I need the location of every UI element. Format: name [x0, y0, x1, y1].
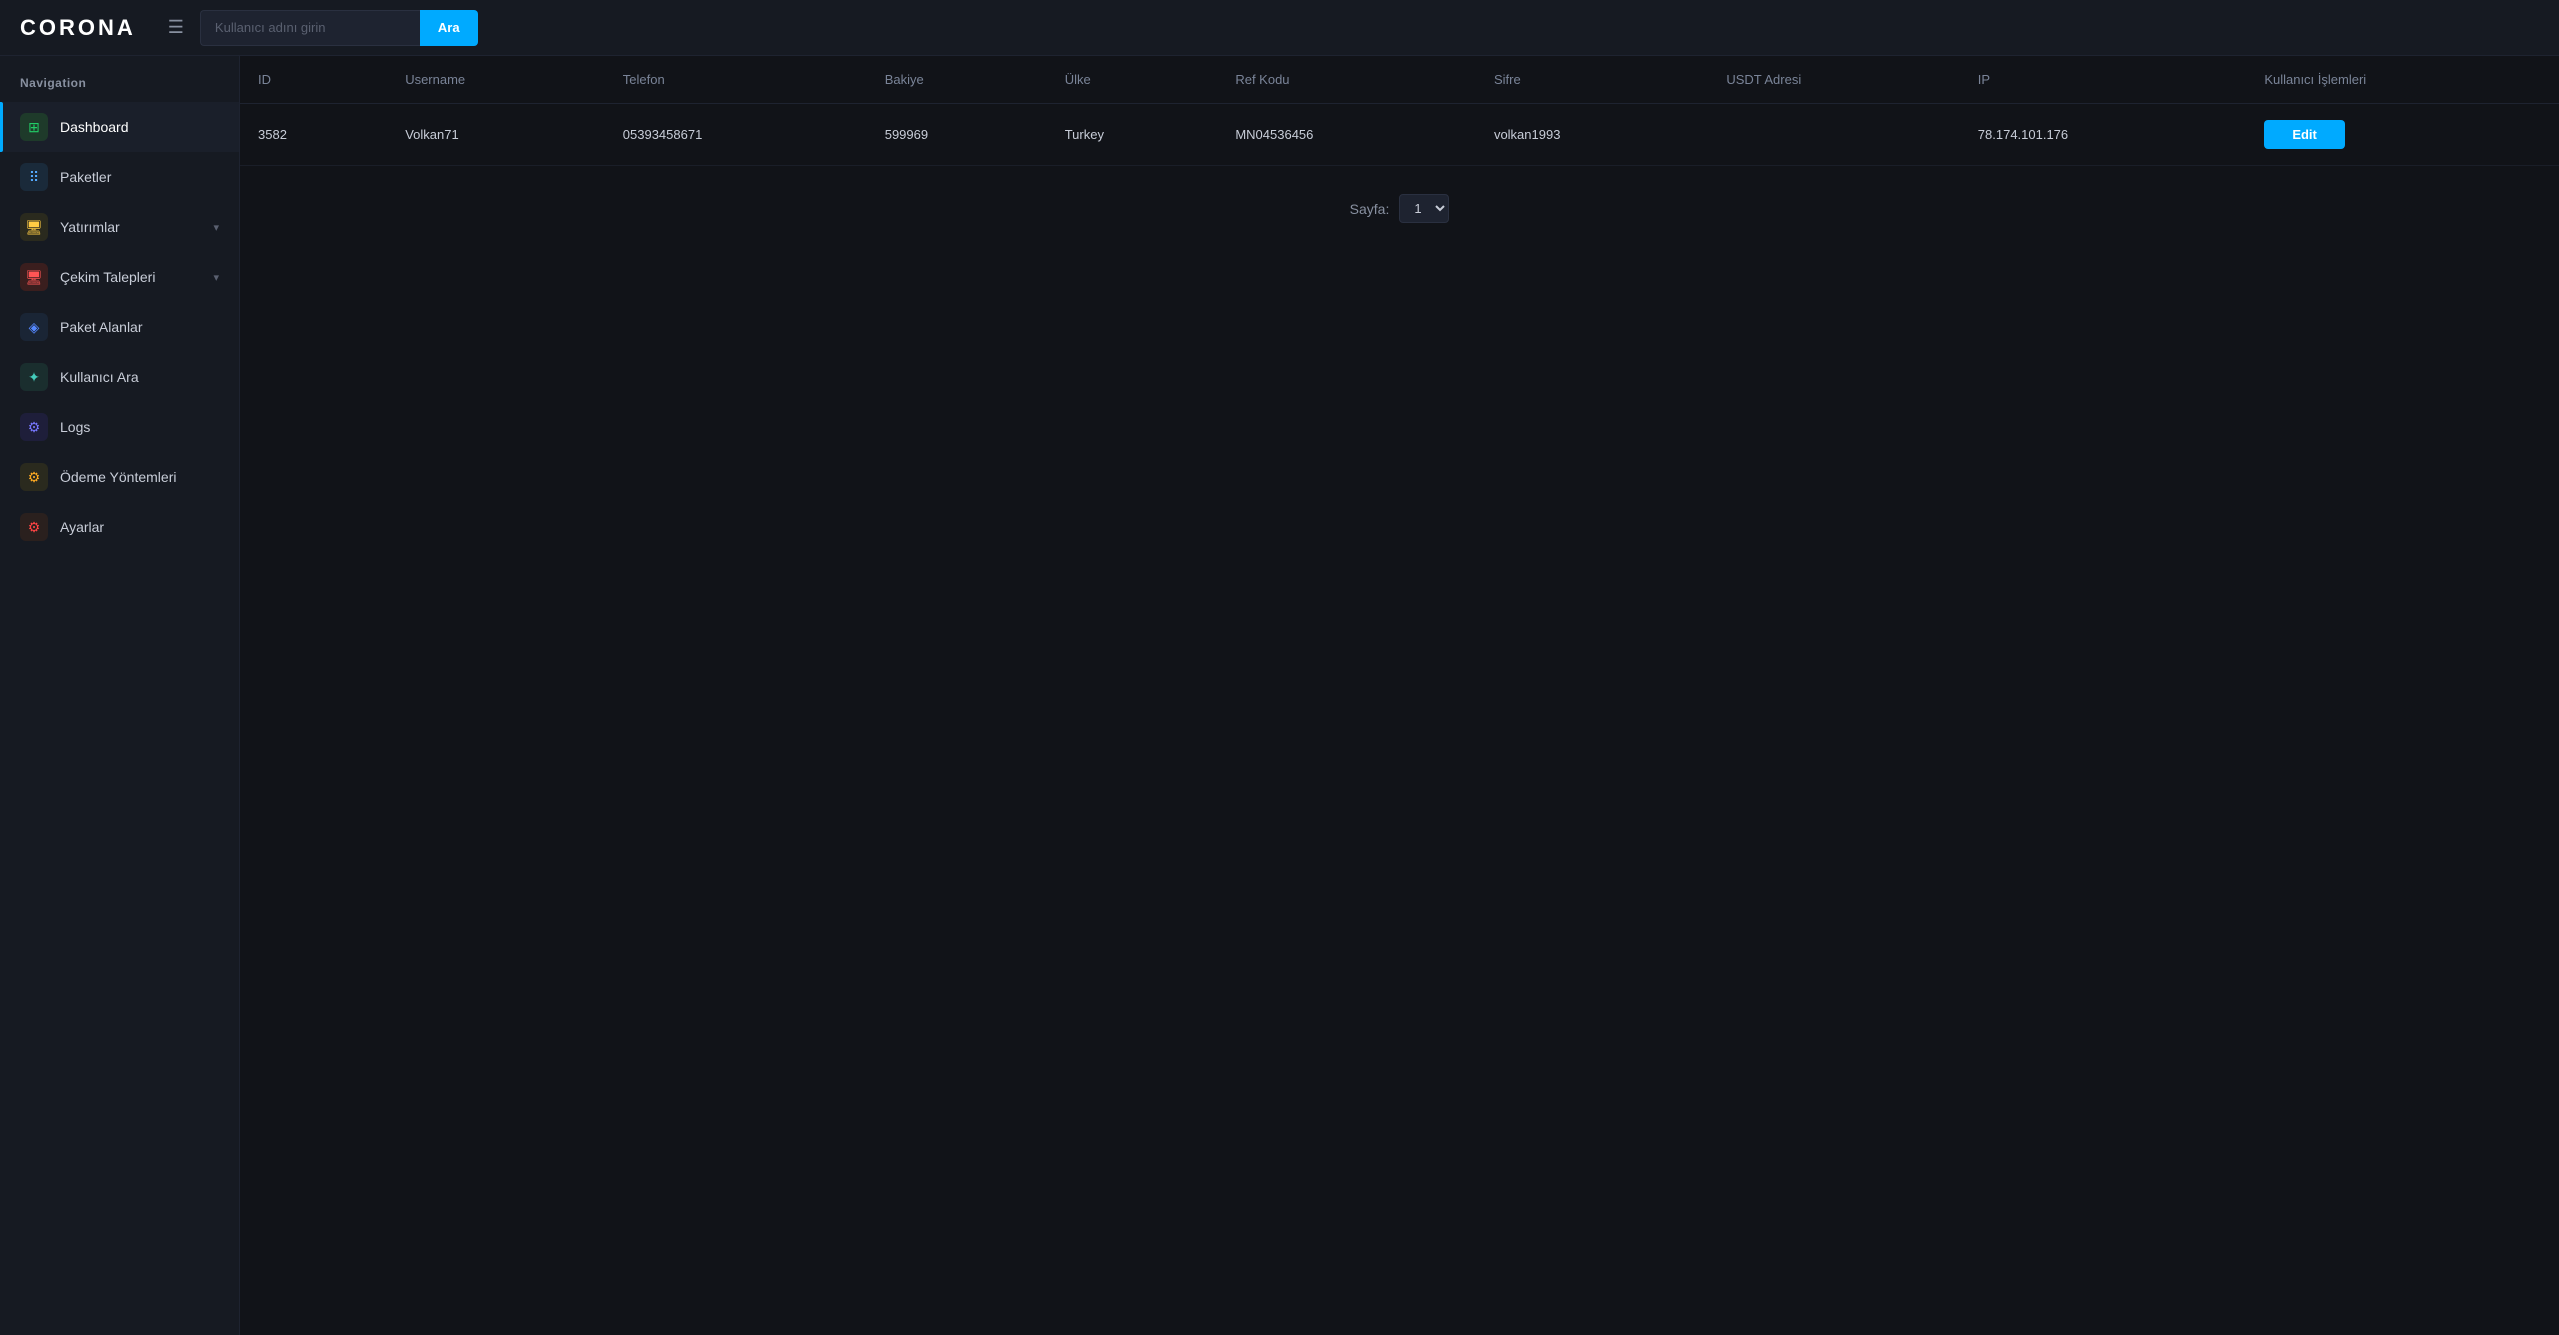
chevron-down-icon-cekim-talepleri: ▾	[213, 271, 219, 284]
sidebar-item-label-odeme: Ödeme Yöntemleri	[60, 469, 176, 485]
layout: Navigation ⊞ Dashboard ⠿ Paketler 🖥 Yatırımla…	[0, 56, 2559, 1335]
col-header-bakiye: Bakiye	[867, 56, 1047, 104]
sidebar-item-logs[interactable]: ⚙ Logs	[0, 402, 239, 452]
sidebar-item-yatirimlar[interactable]: 🖥 Yatırımlar ▾	[0, 202, 239, 252]
page-select[interactable]: 1	[1399, 194, 1449, 223]
sidebar-item-label-kullanici-ara: Kullanıcı Ara	[60, 369, 139, 385]
sidebar-item-kullanici-ara[interactable]: ✦ Kullanıcı Ara	[0, 352, 239, 402]
col-header-sifre: Sifre	[1476, 56, 1708, 104]
search-button[interactable]: Ara	[420, 10, 478, 46]
chevron-down-icon-yatirimlar: ▾	[213, 221, 219, 234]
sidebar-item-cekim-talepleri[interactable]: 🖥 Çekim Talepleri ▾	[0, 252, 239, 302]
paketler-icon: ⠿	[20, 163, 48, 191]
search-input[interactable]	[200, 10, 420, 46]
sidebar-item-ayarlar[interactable]: ⚙ Ayarlar	[0, 502, 239, 552]
sidebar-item-label-dashboard: Dashboard	[60, 119, 129, 135]
cell-telefon: 05393458671	[605, 104, 867, 166]
logs-icon: ⚙	[20, 413, 48, 441]
paket-alanlar-icon: ◈	[20, 313, 48, 341]
cell-bakiye: 599969	[867, 104, 1047, 166]
app-logo: CORONA	[20, 15, 136, 41]
ayarlar-icon: ⚙	[20, 513, 48, 541]
users-table: IDUsernameTelefonBakiyeÜlkeRef KoduSifre…	[240, 56, 2559, 166]
col-header-id: ID	[240, 56, 387, 104]
col-header-kullanıcı-i̇şlemleri: Kullanıcı İşlemleri	[2246, 56, 2559, 104]
topbar: CORONA ☰ Ara	[0, 0, 2559, 56]
cekim-talepleri-icon: 🖥	[20, 263, 48, 291]
col-header-ip: IP	[1960, 56, 2247, 104]
hamburger-icon[interactable]: ☰	[168, 17, 184, 38]
main-content: IDUsernameTelefonBakiyeÜlkeRef KoduSifre…	[240, 56, 2559, 1335]
nav-label: Navigation	[0, 76, 239, 102]
sidebar-item-label-paket-alanlar: Paket Alanlar	[60, 319, 143, 335]
cell-ip: 78.174.101.176	[1960, 104, 2247, 166]
table-row: 3582Volkan7105393458671599969TurkeyMN045…	[240, 104, 2559, 166]
pagination: Sayfa: 1	[240, 166, 2559, 251]
sidebar-item-label-ayarlar: Ayarlar	[60, 519, 104, 535]
col-header-ref-kodu: Ref Kodu	[1217, 56, 1476, 104]
sidebar-item-label-yatirimlar: Yatırımlar	[60, 219, 120, 235]
sidebar-item-label-cekim-talepleri: Çekim Talepleri	[60, 269, 155, 285]
cell-ref-kodu: MN04536456	[1217, 104, 1476, 166]
cell-ülke: Turkey	[1047, 104, 1218, 166]
sidebar: Navigation ⊞ Dashboard ⠿ Paketler 🖥 Yatırımla…	[0, 56, 240, 1335]
users-table-wrapper: IDUsernameTelefonBakiyeÜlkeRef KoduSifre…	[240, 56, 2559, 166]
col-header-ülke: Ülke	[1047, 56, 1218, 104]
pagination-label: Sayfa:	[1350, 201, 1390, 217]
col-header-usdt-adresi: USDT Adresi	[1708, 56, 1959, 104]
sidebar-item-odeme[interactable]: ⚙ Ödeme Yöntemleri	[0, 452, 239, 502]
sidebar-item-paket-alanlar[interactable]: ◈ Paket Alanlar	[0, 302, 239, 352]
edit-button[interactable]: Edit	[2264, 120, 2345, 149]
yatirimlar-icon: 🖥	[20, 213, 48, 241]
sidebar-item-dashboard[interactable]: ⊞ Dashboard	[0, 102, 239, 152]
cell-sifre: volkan1993	[1476, 104, 1708, 166]
cell-action: Edit	[2246, 104, 2559, 166]
sidebar-item-paketler[interactable]: ⠿ Paketler	[0, 152, 239, 202]
sidebar-item-label-logs: Logs	[60, 419, 90, 435]
cell-username: Volkan71	[387, 104, 605, 166]
col-header-username: Username	[387, 56, 605, 104]
col-header-telefon: Telefon	[605, 56, 867, 104]
sidebar-item-label-paketler: Paketler	[60, 169, 111, 185]
odeme-icon: ⚙	[20, 463, 48, 491]
dashboard-icon: ⊞	[20, 113, 48, 141]
search-bar: Ara	[200, 10, 478, 46]
kullanici-ara-icon: ✦	[20, 363, 48, 391]
cell-usdt-adresi	[1708, 104, 1959, 166]
cell-id: 3582	[240, 104, 387, 166]
